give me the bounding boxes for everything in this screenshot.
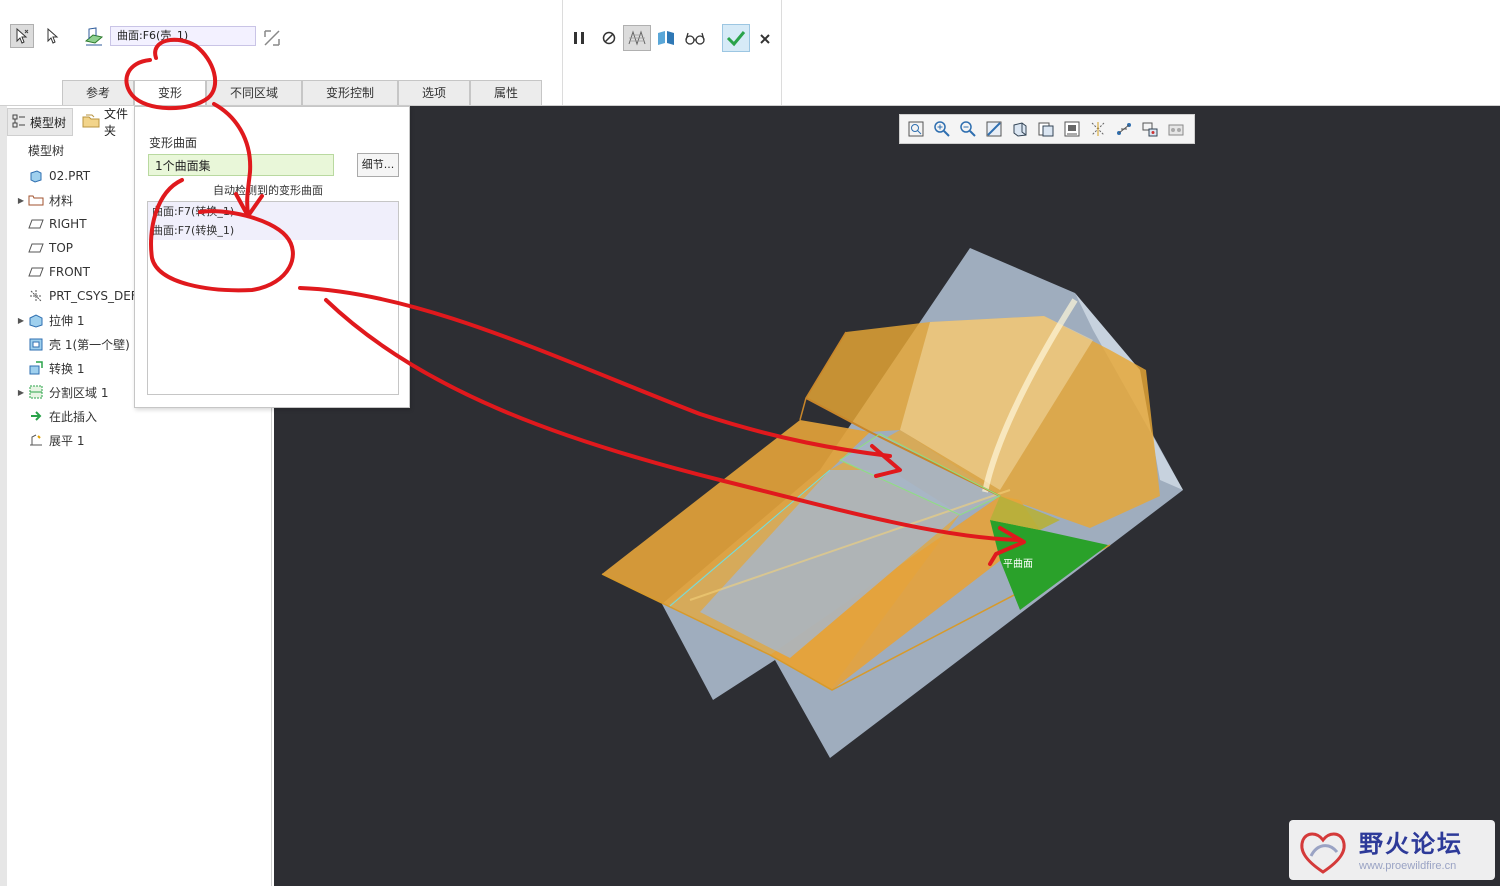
deform-surfaces-collector[interactable]: 1个曲面集 <box>148 154 334 176</box>
spin-center-icon[interactable] <box>1115 120 1133 138</box>
tree-item[interactable]: ▶ 分割区域 1 <box>14 380 108 404</box>
tree-item[interactable]: PRT_CSYS_DEF <box>14 284 138 308</box>
glasses-preview-icon[interactable] <box>683 26 707 50</box>
expand-arrow-icon[interactable]: ▶ <box>14 316 28 325</box>
sidebar-tab-folder[interactable]: 文件夹 <box>78 108 134 136</box>
sidebar-tab-model-tree[interactable]: 模型树 <box>7 108 73 136</box>
auto-detected-list[interactable]: 曲面:F7(转换_1) 曲面:F7(转换_1) <box>147 201 399 395</box>
view-toolbar <box>899 114 1195 144</box>
arrow-select-icon[interactable] <box>40 24 64 48</box>
tree-item[interactable]: 02.PRT <box>14 164 90 188</box>
model-label: 平曲面 <box>1003 558 1033 570</box>
list-item[interactable]: 曲面:F7(转换_1) <box>148 202 398 221</box>
stop-icon[interactable] <box>597 26 621 50</box>
tab-properties[interactable]: 属性 <box>470 80 542 106</box>
datum-display-icon[interactable] <box>1089 120 1107 138</box>
dashboard-divider-2 <box>781 0 782 106</box>
tree-item[interactable]: ▶ 拉伸 1 <box>14 308 84 332</box>
tree-item[interactable]: 在此插入 <box>14 404 97 428</box>
deform-panel: 变形曲面 1个曲面集 细节... 自动检测到的变形曲面 曲面:F7(转换_1) … <box>134 106 410 408</box>
tree-item-label: 壳 1(第一个壁) <box>49 337 130 352</box>
pause-icon[interactable] <box>567 26 591 50</box>
model-view[interactable]: 平曲面 <box>274 106 1500 886</box>
material-icon <box>28 192 44 208</box>
sidebar-tab-label: 文件夹 <box>104 108 129 136</box>
tree-item-label: 转换 1 <box>49 361 85 376</box>
folder-icon <box>82 113 100 132</box>
datum-plane-icon <box>28 216 44 232</box>
shell-icon <box>28 336 44 352</box>
refit-icon[interactable] <box>907 120 925 138</box>
geometry-preview-icon[interactable] <box>654 26 678 50</box>
repaint-icon[interactable] <box>985 120 1003 138</box>
surface-ref-icon <box>82 24 106 48</box>
saved-views-icon[interactable] <box>1037 120 1055 138</box>
dashboard-divider <box>562 0 563 106</box>
tab-deform[interactable]: 变形 <box>134 80 206 106</box>
details-button[interactable]: 细节... <box>357 153 399 177</box>
watermark-url: www.proewildfire.cn <box>1359 860 1457 872</box>
tree-item-label: PRT_CSYS_DEF <box>49 289 138 303</box>
tree-item[interactable]: TOP <box>14 236 73 260</box>
expand-arrow-icon[interactable]: ▶ <box>14 388 28 397</box>
tree-item[interactable]: 转换 1 <box>14 356 84 380</box>
deform-surfaces-label: 变形曲面 <box>149 136 198 150</box>
tab-options[interactable]: 选项 <box>398 80 470 106</box>
ok-check-icon[interactable] <box>722 24 750 52</box>
tree-item-label: RIGHT <box>49 217 87 231</box>
tab-references[interactable]: 参考 <box>62 80 134 106</box>
sidebar-gutter <box>0 106 7 886</box>
zoom-in-icon[interactable] <box>933 120 951 138</box>
tree-item-label: 02.PRT <box>49 169 91 183</box>
view-manager-icon[interactable] <box>1063 120 1081 138</box>
convert-icon <box>28 360 44 376</box>
insert-here-icon <box>28 408 44 424</box>
feature-dashboard: 曲面:F6(壳_1) 参考 变形 不同区域 变形控制 选项 属性 <box>0 0 1500 106</box>
tree-item-label: 在此插入 <box>49 409 98 424</box>
appearance-icon[interactable] <box>1167 120 1185 138</box>
flatten-icon <box>28 432 44 448</box>
watermark-title: 野火论坛 <box>1359 830 1463 858</box>
auto-detected-label: 自动检测到的变形曲面 <box>213 184 323 197</box>
tree-item[interactable]: 展平 1 <box>14 428 84 452</box>
sidebar-tab-label: 模型树 <box>30 115 67 130</box>
display-style-icon[interactable] <box>1011 120 1029 138</box>
tree-item[interactable]: RIGHT <box>14 212 87 236</box>
watermark-logo: 野火论坛 www.proewildfire.cn <box>1289 820 1495 880</box>
graphics-window[interactable]: 平曲面 <box>274 106 1500 886</box>
expand-arrow-icon[interactable]: ▶ <box>14 196 28 205</box>
tree-item[interactable]: 壳 1(第一个壁) <box>14 332 130 356</box>
extrude-icon <box>28 312 44 328</box>
tree-item-label: 材料 <box>49 193 74 208</box>
list-item[interactable]: 曲面:F7(转换_1) <box>148 221 398 240</box>
tree-item-label: 分割区域 1 <box>49 385 109 400</box>
datum-plane-icon <box>28 264 44 280</box>
flip-direction-icon[interactable] <box>260 26 284 50</box>
datum-plane-icon <box>28 240 44 256</box>
heart-logo-icon <box>1300 832 1346 874</box>
part-icon <box>28 168 44 184</box>
surface-collector[interactable]: 曲面:F6(壳_1) <box>110 26 256 46</box>
csys-icon <box>28 288 44 304</box>
smart-select-icon[interactable] <box>10 24 34 48</box>
tree-item-label: 拉伸 1 <box>49 313 85 328</box>
tree-item-label: 展平 1 <box>49 433 85 448</box>
zoom-out-icon[interactable] <box>959 120 977 138</box>
tab-different-areas[interactable]: 不同区域 <box>206 80 302 106</box>
tree-item-label: TOP <box>49 241 74 255</box>
tab-deform-control[interactable]: 变形控制 <box>302 80 398 106</box>
mesh-preview-icon[interactable] <box>623 25 651 51</box>
tree-item[interactable]: ▶ 材料 <box>14 188 73 212</box>
tree-item-label: FRONT <box>49 265 90 279</box>
tree-item[interactable]: FRONT <box>14 260 90 284</box>
annotation-display-icon[interactable] <box>1141 120 1159 138</box>
cancel-x-icon[interactable] <box>753 27 777 51</box>
split-area-icon <box>28 384 44 400</box>
model-tree-icon <box>12 114 26 131</box>
